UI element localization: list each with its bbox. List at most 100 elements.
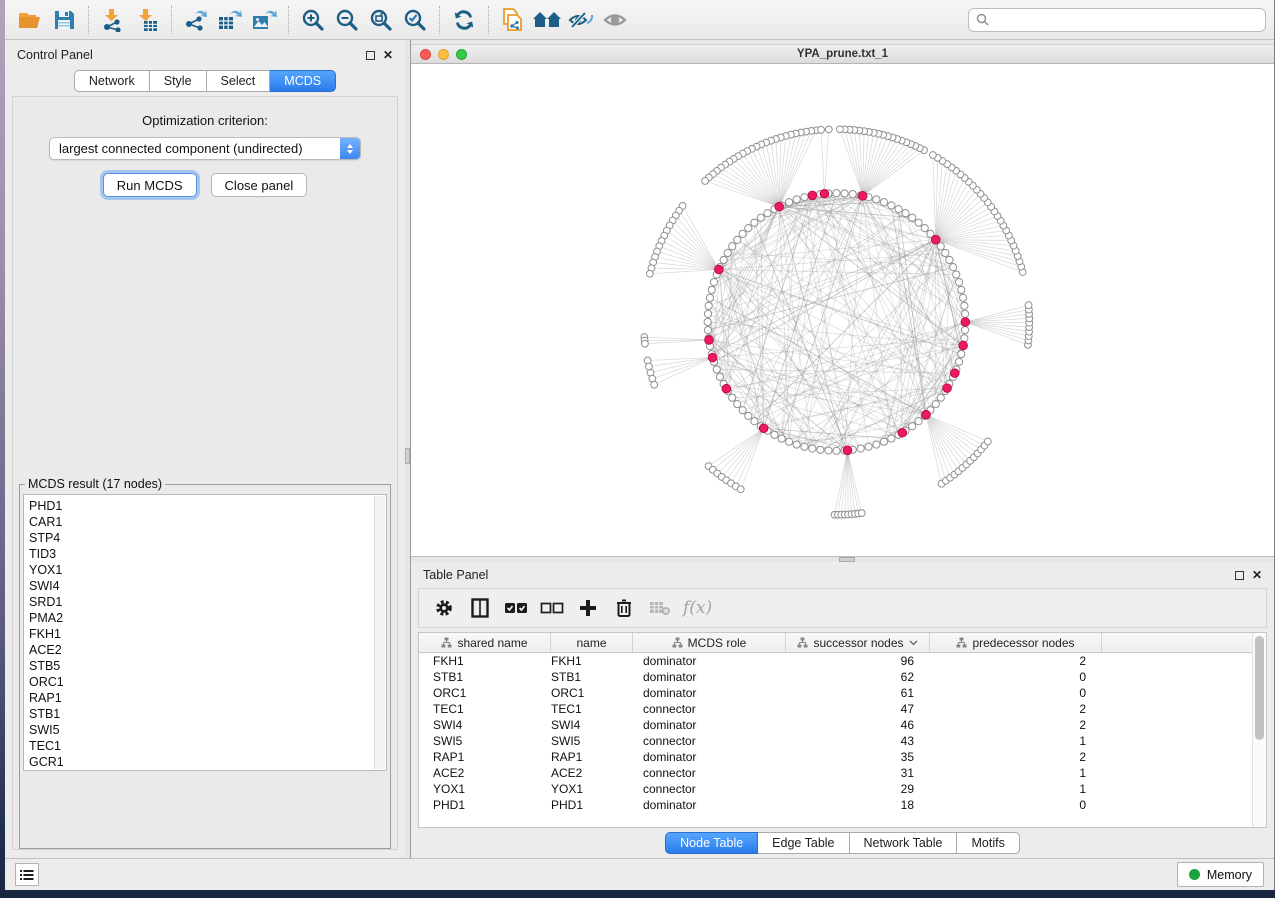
- float-panel-icon[interactable]: [366, 51, 375, 60]
- control-panel-header: Control Panel ✕: [5, 40, 405, 70]
- table-cell: dominator: [633, 797, 786, 813]
- table-scrollbar[interactable]: [1252, 633, 1266, 827]
- table-cell: 2: [930, 701, 1102, 717]
- mcds-list-scrollbar[interactable]: [374, 496, 385, 769]
- table-row[interactable]: ORC1ORC1dominator610: [419, 685, 1266, 701]
- search-input[interactable]: [994, 13, 1258, 27]
- table-cell: 2: [930, 717, 1102, 733]
- function-builder-icon[interactable]: f(x): [683, 598, 712, 618]
- table-row[interactable]: ACE2ACE2connector311: [419, 765, 1266, 781]
- list-item[interactable]: CAR1: [29, 514, 386, 530]
- list-item[interactable]: TEC1: [29, 738, 386, 754]
- show-log-button[interactable]: [15, 863, 39, 886]
- column-header-successor-nodes[interactable]: successor nodes: [786, 633, 930, 652]
- tab-style[interactable]: Style: [150, 70, 207, 92]
- list-item[interactable]: ORC1: [29, 674, 386, 690]
- column-header-shared-name[interactable]: shared name: [419, 633, 551, 652]
- list-item[interactable]: GCR1: [29, 754, 386, 770]
- tab-motifs[interactable]: Motifs: [957, 832, 1019, 854]
- table-cell: RAP1: [419, 749, 551, 765]
- list-item[interactable]: TID3: [29, 546, 386, 562]
- list-item[interactable]: STB1: [29, 706, 386, 722]
- first-neighbors-icon[interactable]: [530, 4, 564, 36]
- table-cell: SWI4: [551, 717, 633, 733]
- delete-column-icon[interactable]: [611, 595, 637, 621]
- tab-select[interactable]: Select: [207, 70, 271, 92]
- duplicate-network-icon[interactable]: [496, 4, 530, 36]
- apply-layout-icon[interactable]: [447, 4, 481, 36]
- close-panel-icon[interactable]: ✕: [1252, 570, 1262, 580]
- delete-table-icon[interactable]: [647, 595, 673, 621]
- table-scrollbar-thumb[interactable]: [1255, 636, 1264, 740]
- table-cell: ACE2: [551, 765, 633, 781]
- table-settings-icon[interactable]: [431, 595, 457, 621]
- list-item[interactable]: STB5: [29, 658, 386, 674]
- splitter-grip[interactable]: [405, 448, 410, 464]
- zoom-in-icon[interactable]: [296, 4, 330, 36]
- run-mcds-button[interactable]: Run MCDS: [103, 173, 197, 197]
- add-column-icon[interactable]: [575, 595, 601, 621]
- list-item[interactable]: SWI5: [29, 722, 386, 738]
- zoom-selected-icon[interactable]: [398, 4, 432, 36]
- zoom-out-icon[interactable]: [330, 4, 364, 36]
- horizontal-splitter[interactable]: [411, 556, 1274, 562]
- tab-edge-table[interactable]: Edge Table: [758, 832, 849, 854]
- tab-mcds[interactable]: MCDS: [270, 70, 336, 92]
- toggle-panel-icon[interactable]: [467, 595, 493, 621]
- table-cell: 1: [930, 733, 1102, 749]
- column-header-predecessor-nodes[interactable]: predecessor nodes: [930, 633, 1102, 652]
- table-cell: PHD1: [419, 797, 551, 813]
- toolbar-separator: [171, 6, 172, 34]
- show-all-icon[interactable]: [598, 4, 632, 36]
- float-panel-icon[interactable]: [1235, 571, 1244, 580]
- export-network-icon[interactable]: [179, 4, 213, 36]
- tab-network[interactable]: Network: [74, 70, 150, 92]
- table-row[interactable]: YOX1YOX1connector291: [419, 781, 1266, 797]
- table-cell: 29: [786, 781, 930, 797]
- tab-node-table[interactable]: Node Table: [665, 832, 758, 854]
- list-item[interactable]: SRD1: [29, 594, 386, 610]
- hide-selected-icon[interactable]: [564, 4, 598, 36]
- table-cell: ORC1: [551, 685, 633, 701]
- table-row[interactable]: RAP1RAP1dominator352: [419, 749, 1266, 765]
- list-item[interactable]: STP4: [29, 530, 386, 546]
- table-cell: FKH1: [551, 653, 633, 669]
- list-item[interactable]: PHD1: [29, 498, 386, 514]
- table-row[interactable]: FKH1FKH1dominator962: [419, 653, 1266, 669]
- list-item[interactable]: RAP1: [29, 690, 386, 706]
- list-item[interactable]: SWI4: [29, 578, 386, 594]
- list-item[interactable]: PMA2: [29, 610, 386, 626]
- list-item[interactable]: ACE2: [29, 642, 386, 658]
- node-table: shared name name MCDS role successor nod…: [418, 632, 1267, 828]
- zoom-fit-icon[interactable]: [364, 4, 398, 36]
- close-panel-button[interactable]: Close panel: [211, 173, 308, 197]
- memory-button[interactable]: Memory: [1177, 862, 1264, 887]
- table-row[interactable]: PHD1PHD1dominator180: [419, 797, 1266, 813]
- table-row[interactable]: SWI4SWI4dominator462: [419, 717, 1266, 733]
- vertical-splitter[interactable]: [405, 40, 411, 858]
- export-table-icon[interactable]: [213, 4, 247, 36]
- table-cell: RAP1: [551, 749, 633, 765]
- close-panel-icon[interactable]: ✕: [383, 50, 393, 60]
- splitter-grip[interactable]: [839, 557, 855, 562]
- import-network-icon[interactable]: [96, 4, 130, 36]
- select-all-checkbox-icon[interactable]: [503, 595, 529, 621]
- deselect-all-checkbox-icon[interactable]: [539, 595, 565, 621]
- table-row[interactable]: SWI5SWI5connector431: [419, 733, 1266, 749]
- table-row[interactable]: STB1STB1dominator620: [419, 669, 1266, 685]
- tab-network-table[interactable]: Network Table: [850, 832, 958, 854]
- open-session-icon[interactable]: [13, 4, 47, 36]
- list-item[interactable]: YOX1: [29, 562, 386, 578]
- criterion-select[interactable]: largest connected component (undirected): [49, 137, 361, 160]
- list-item[interactable]: FKH1: [29, 626, 386, 642]
- toolbar-separator: [88, 6, 89, 34]
- network-graph[interactable]: [411, 64, 1274, 556]
- export-image-icon[interactable]: [247, 4, 281, 36]
- network-canvas[interactable]: [411, 64, 1274, 556]
- save-session-icon[interactable]: [47, 4, 81, 36]
- table-cell: 43: [786, 733, 930, 749]
- column-header-name[interactable]: name: [551, 633, 633, 652]
- column-header-mcds-role[interactable]: MCDS role: [633, 633, 786, 652]
- table-row[interactable]: TEC1TEC1connector472: [419, 701, 1266, 717]
- import-table-icon[interactable]: [130, 4, 164, 36]
